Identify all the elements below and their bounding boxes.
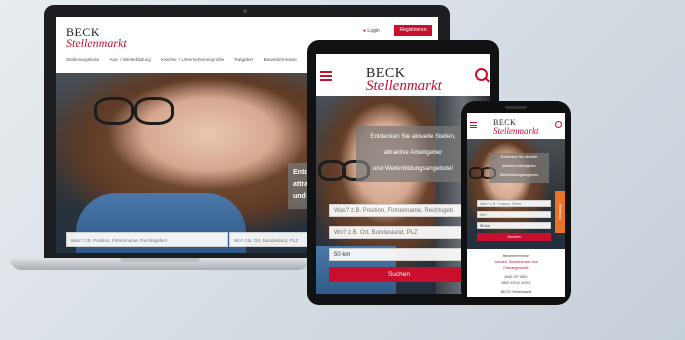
phone-logo[interactable]: BECK Stellenmarkt (493, 119, 539, 136)
nav-item-ratgeber[interactable]: Ratgeber (234, 57, 253, 62)
nav-item-weiterbildung[interactable]: Aus- / Weiterbildung (110, 57, 151, 62)
laptop-notch (120, 258, 200, 262)
nav-item-bewerbermesse[interactable]: Bewerbermesse (264, 57, 297, 62)
laptop-logo[interactable]: BECK Stellenmarkt (66, 26, 127, 50)
glasses-left (94, 97, 134, 125)
phone-speaker (505, 106, 527, 109)
promo-small-3: BECK Stellenmarkt (500, 290, 532, 294)
tablet-search-button[interactable]: Suchen (329, 267, 469, 282)
tablet-radius-select[interactable]: 50 km (329, 248, 469, 261)
phone-promo: Bewerbermesse Juristen, Steuerberater un… (473, 253, 559, 295)
hero-line-3: und Weiterbildungsangebote! (372, 165, 454, 172)
user-icon: ● (363, 28, 367, 34)
phone-feedback-tab[interactable]: Feedback (555, 191, 565, 233)
phone-search-icon[interactable] (555, 121, 562, 128)
tablet-search-icon-handle (485, 77, 490, 83)
hero-line-1: Entdecken Sie aktuelle Stellen, (370, 133, 456, 140)
register-button[interactable]: Registrieren (394, 25, 432, 36)
phone-hero-text: Entdecken Sie aktuelle attraktive Arbeit… (489, 153, 549, 183)
tablet-menu-icon[interactable] (320, 71, 332, 81)
hero-line-3: Weiterbildungsangebote (499, 173, 539, 177)
phone-device: BECK Stellenmarkt Entdecken Sie aktuelle… (461, 101, 571, 305)
brand-line2: Stellenmarkt (66, 36, 127, 50)
phone-where-input[interactable]: Wo? (477, 211, 551, 218)
nav-item-stellenangebote[interactable]: Stellenangebote (66, 57, 99, 62)
tablet-logo[interactable]: BECK Stellenmarkt (366, 67, 442, 94)
laptop-what-input[interactable]: Was? z.B. Position, Firmenname, Rechtsge… (66, 232, 228, 247)
brand-line2: Stellenmarkt (366, 78, 442, 94)
hero-line-2: attraktive Arbeitgeber (383, 149, 443, 156)
webcam (243, 9, 247, 13)
brand-line2: Stellenmarkt (493, 126, 539, 136)
phone-search-button[interactable]: Suchen (477, 233, 551, 241)
glasses-right (134, 97, 174, 125)
login-link[interactable]: ● Login (363, 28, 380, 34)
hero-line-1: Entdecken Sie aktuelle (500, 155, 538, 159)
promo-line-3: Fachangestellte (503, 266, 529, 270)
phone-radius-select[interactable]: 50 km (477, 222, 551, 229)
tablet-what-input[interactable]: Was? z.B. Position, Firmenname, Rechtsge… (329, 204, 469, 217)
nav-item-profile[interactable]: Kanzlei- / Unternehmensprofile (161, 57, 224, 62)
login-label: Login (367, 28, 380, 34)
hero-line-2: attraktive Arbeitgeber (502, 164, 536, 168)
promo-small-2: 0800 XXXX XXXX (501, 281, 531, 285)
phone-menu-icon[interactable] (470, 122, 477, 128)
tablet-hero-text: Entdecken Sie aktuelle Stellen, attrakti… (356, 126, 470, 182)
tablet-where-input[interactable]: Wo? z.B. Ort, Bundesland, PLZ (329, 226, 469, 239)
phone-what-input[interactable]: Was? z.B. Position, Firme (477, 200, 551, 207)
phone-screen: BECK Stellenmarkt Entdecken Sie aktuelle… (467, 113, 565, 297)
